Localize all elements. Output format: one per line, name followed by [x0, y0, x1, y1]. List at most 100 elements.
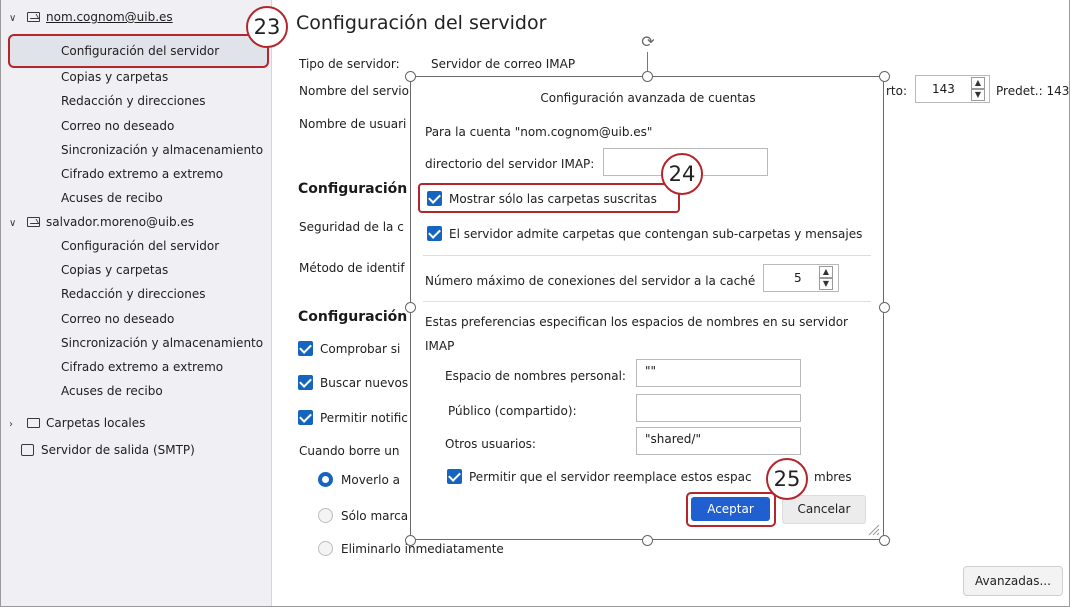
- sidebar-item-receipts[interactable]: Acuses de recibo: [61, 186, 163, 210]
- sidebar-item-label: Correo no deseado: [61, 119, 175, 133]
- resize-handle[interactable]: [879, 71, 890, 82]
- accept-button[interactable]: Aceptar: [691, 497, 770, 521]
- resize-handle[interactable]: [642, 535, 653, 546]
- supports-subfolders-checkbox[interactable]: [427, 226, 442, 241]
- smtp-row[interactable]: Servidor de salida (SMTP): [9, 438, 195, 462]
- account-name: salvador.moreno@uib.es: [46, 215, 195, 229]
- advanced-account-dialog: Configuración avanzada de cuentas Para l…: [410, 76, 884, 540]
- sidebar-item-copies-folders[interactable]: Copias y carpetas: [61, 258, 168, 282]
- advanced-button[interactable]: Avanzadas...: [963, 566, 1063, 596]
- sidebar-item-label: Acuses de recibo: [61, 384, 163, 398]
- check-mail-label: Comprobar si: [320, 342, 401, 356]
- resize-handle[interactable]: [879, 535, 890, 546]
- sidebar-item-sync[interactable]: Sincronización y almacenamiento: [61, 138, 263, 162]
- spin-up-icon[interactable]: ▲: [971, 77, 985, 89]
- sidebar-item-label: Configuración del servidor: [61, 44, 220, 58]
- server-type-value: Servidor de correo IMAP: [431, 57, 576, 71]
- auth-method-label: Método de identif: [299, 261, 405, 275]
- resize-handle[interactable]: [405, 71, 416, 82]
- step-badge-24: 24: [661, 153, 703, 195]
- sidebar-item-label: Sincronización y almacenamiento: [61, 143, 264, 157]
- dialog-title: Configuración avanzada de cuentas: [540, 91, 756, 105]
- mail-account-icon: [27, 217, 40, 227]
- account-name: nom.cognom@uib.es: [46, 10, 173, 24]
- cancel-button[interactable]: Cancelar: [782, 495, 866, 524]
- section-security-heading: Configuración d: [298, 181, 423, 197]
- port-value: 143: [932, 82, 955, 96]
- sidebar-item-sync[interactable]: Sincronización y almacenamiento: [61, 331, 263, 355]
- spin-down-icon[interactable]: ▼: [819, 278, 833, 290]
- rotate-handle-icon[interactable]: ⟳: [638, 32, 658, 52]
- server-type-label: Tipo de servidor:: [299, 57, 400, 71]
- step-badge-25: 25: [766, 458, 808, 500]
- max-connections-stepper[interactable]: 5 ▲ ▼: [763, 264, 839, 292]
- folder-icon: [27, 418, 40, 428]
- sidebar-item-server-settings[interactable]: Configuración del servidor: [61, 234, 219, 258]
- fetch-new-checkbox[interactable]: [298, 375, 313, 390]
- public-namespace-label: Público (compartido):: [448, 404, 577, 418]
- move-to-label: Moverlo a: [341, 473, 400, 487]
- allow-override-label: Permitir que el servidor reemplace estos…: [469, 470, 752, 484]
- on-delete-label: Cuando borre un: [299, 444, 400, 458]
- sidebar-item-composition[interactable]: Redacción y direcciones: [61, 89, 205, 113]
- sidebar-item-server-settings[interactable]: Configuración del servidor: [61, 39, 219, 63]
- public-namespace-input[interactable]: [636, 394, 801, 422]
- divider: [423, 255, 871, 256]
- connection-security-label: Seguridad de la c: [299, 220, 404, 234]
- supports-subfolders-label: El servidor admite carpetas que contenga…: [449, 227, 863, 241]
- personal-namespace-input[interactable]: "": [636, 359, 801, 387]
- account-row-2[interactable]: ∨ salvador.moreno@uib.es: [9, 210, 194, 234]
- local-folders-row[interactable]: › Carpetas locales: [9, 411, 145, 435]
- divider: [423, 301, 871, 302]
- accept-button-highlight: Aceptar: [686, 492, 776, 527]
- port-label: rto:: [886, 84, 908, 98]
- resize-handle[interactable]: [405, 535, 416, 546]
- local-folders-label: Carpetas locales: [46, 416, 146, 430]
- allow-notifications-checkbox[interactable]: [298, 410, 313, 425]
- chevron-down-icon[interactable]: ∨: [9, 212, 23, 236]
- chevron-down-icon[interactable]: ∨: [9, 7, 23, 31]
- default-port-label: Predet.: 143: [996, 84, 1070, 98]
- other-users-input[interactable]: "shared/": [636, 427, 801, 455]
- sidebar-item-junk[interactable]: Correo no deseado: [61, 307, 174, 331]
- fetch-new-label: Buscar nuevos: [320, 376, 409, 390]
- sidebar-item-label: Cifrado extremo a extremo: [61, 360, 224, 374]
- sidebar-item-label: Copias y carpetas: [61, 70, 169, 84]
- port-stepper[interactable]: 143 ▲ ▼: [915, 75, 990, 103]
- other-users-label: Otros usuarios:: [445, 437, 536, 451]
- mail-account-icon: [27, 12, 40, 22]
- section-server-heading: Configuración d: [298, 309, 423, 325]
- personal-namespace-label: Espacio de nombres personal:: [445, 369, 626, 383]
- sidebar-item-label: Sincronización y almacenamiento: [61, 336, 264, 350]
- annotation-highlight: [418, 183, 680, 213]
- sidebar-item-label: Acuses de recibo: [61, 191, 163, 205]
- namespace-description: Estas preferencias especifican los espac…: [425, 315, 848, 329]
- spin-down-icon[interactable]: ▼: [971, 89, 985, 101]
- resize-handle[interactable]: [879, 302, 890, 313]
- sidebar-item-copies-folders[interactable]: Copias y carpetas: [61, 65, 168, 89]
- rotation-stem: [647, 52, 648, 72]
- resize-handle[interactable]: [642, 71, 653, 82]
- sidebar-item-label: Redacción y direcciones: [61, 94, 206, 108]
- spin-up-icon[interactable]: ▲: [819, 266, 833, 278]
- sidebar-item-label: Copias y carpetas: [61, 263, 169, 277]
- sidebar-item-receipts[interactable]: Acuses de recibo: [61, 379, 163, 403]
- sidebar-item-composition[interactable]: Redacción y direcciones: [61, 282, 205, 306]
- account-sidebar: ∨ nom.cognom@uib.es Configuración del ser…: [1, 0, 272, 606]
- sidebar-item-e2e[interactable]: Cifrado extremo a extremo: [61, 355, 223, 379]
- chevron-right-icon[interactable]: ›: [9, 413, 23, 437]
- delete-now-label: Eliminarlo inmediatamente: [341, 542, 504, 556]
- sidebar-item-junk[interactable]: Correo no deseado: [61, 114, 174, 138]
- sidebar-item-e2e[interactable]: Cifrado extremo a extremo: [61, 162, 223, 186]
- resize-handle[interactable]: [405, 302, 416, 313]
- delete-now-radio[interactable]: [318, 541, 333, 556]
- sidebar-item-label: Configuración del servidor: [61, 239, 220, 253]
- account-row-1[interactable]: ∨ nom.cognom@uib.es: [9, 5, 173, 29]
- step-badge-23: 23: [246, 6, 288, 48]
- move-to-radio[interactable]: [318, 472, 333, 487]
- resize-grip-icon[interactable]: [866, 522, 880, 536]
- check-mail-checkbox[interactable]: [298, 341, 313, 356]
- sidebar-item-label: Correo no deseado: [61, 312, 175, 326]
- mark-only-radio[interactable]: [318, 508, 333, 523]
- allow-override-checkbox[interactable]: [447, 469, 462, 484]
